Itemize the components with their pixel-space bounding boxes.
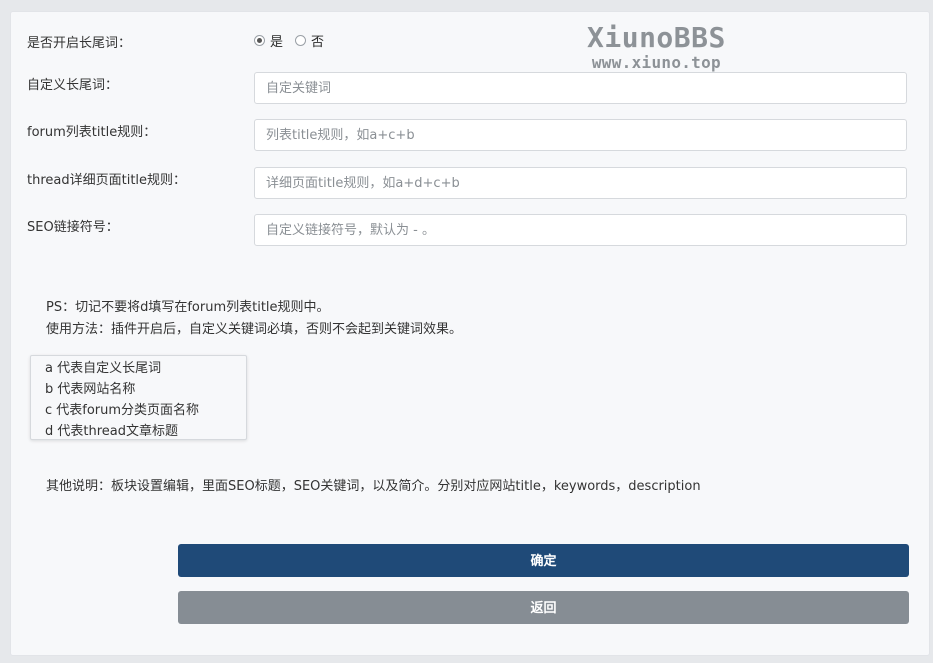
back-button[interactable]: 返回 xyxy=(178,591,909,624)
watermark-url: www.xiuno.top xyxy=(591,53,721,72)
longtail-toggle-group: 是 否 xyxy=(254,31,324,50)
radio-no[interactable] xyxy=(295,35,307,46)
seo-separator-input[interactable] xyxy=(254,214,907,246)
seo-separator-label: SEO链接符号： xyxy=(27,220,119,235)
forum-title-rule-label: forum列表title规则： xyxy=(27,125,157,140)
legend-item: b 代表网站名称 xyxy=(45,382,136,397)
variable-legend: a 代表自定义长尾词 b 代表网站名称 c 代表forum分类页面名称 d 代表… xyxy=(30,355,247,440)
ps-note: PS：切记不要将d填写在forum列表title规则中。 xyxy=(46,300,330,315)
legend-item: d 代表thread文章标题 xyxy=(45,424,178,439)
custom-longtail-label: 自定义长尾词： xyxy=(27,78,119,93)
notes: PS：切记不要将d填写在forum列表title规则中。 使用方法：插件开启后，… xyxy=(46,297,462,341)
radio-no-label[interactable]: 否 xyxy=(311,31,324,50)
thread-title-rule-label: thread详细页面title规则： xyxy=(27,173,187,188)
longtail-toggle-label: 是否开启长尾词： xyxy=(27,36,132,51)
other-note: 其他说明：板块设置编辑，里面SEO标题，SEO关键词，以及简介。分别对应网站ti… xyxy=(46,479,701,494)
usage-note: 使用方法：插件开启后，自定义关键词必填，否则不会起到关键词效果。 xyxy=(46,322,463,337)
xiunobbs-watermark: XiunoBBS www.xiuno.top xyxy=(587,21,726,71)
legend-item: c 代表forum分类页面名称 xyxy=(45,403,200,418)
radio-yes[interactable] xyxy=(254,35,265,46)
confirm-button[interactable]: 确定 xyxy=(178,544,909,577)
custom-longtail-input[interactable] xyxy=(254,72,907,104)
legend-item: a 代表自定义长尾词 xyxy=(45,361,162,376)
watermark-title: XiunoBBS xyxy=(587,21,726,54)
forum-title-rule-input[interactable] xyxy=(254,119,907,151)
thread-title-rule-input[interactable] xyxy=(254,167,907,199)
settings-panel: XiunoBBS www.xiuno.top 是否开启长尾词： 是 否 自定义长… xyxy=(10,11,930,656)
radio-yes-label[interactable]: 是 xyxy=(270,31,283,50)
